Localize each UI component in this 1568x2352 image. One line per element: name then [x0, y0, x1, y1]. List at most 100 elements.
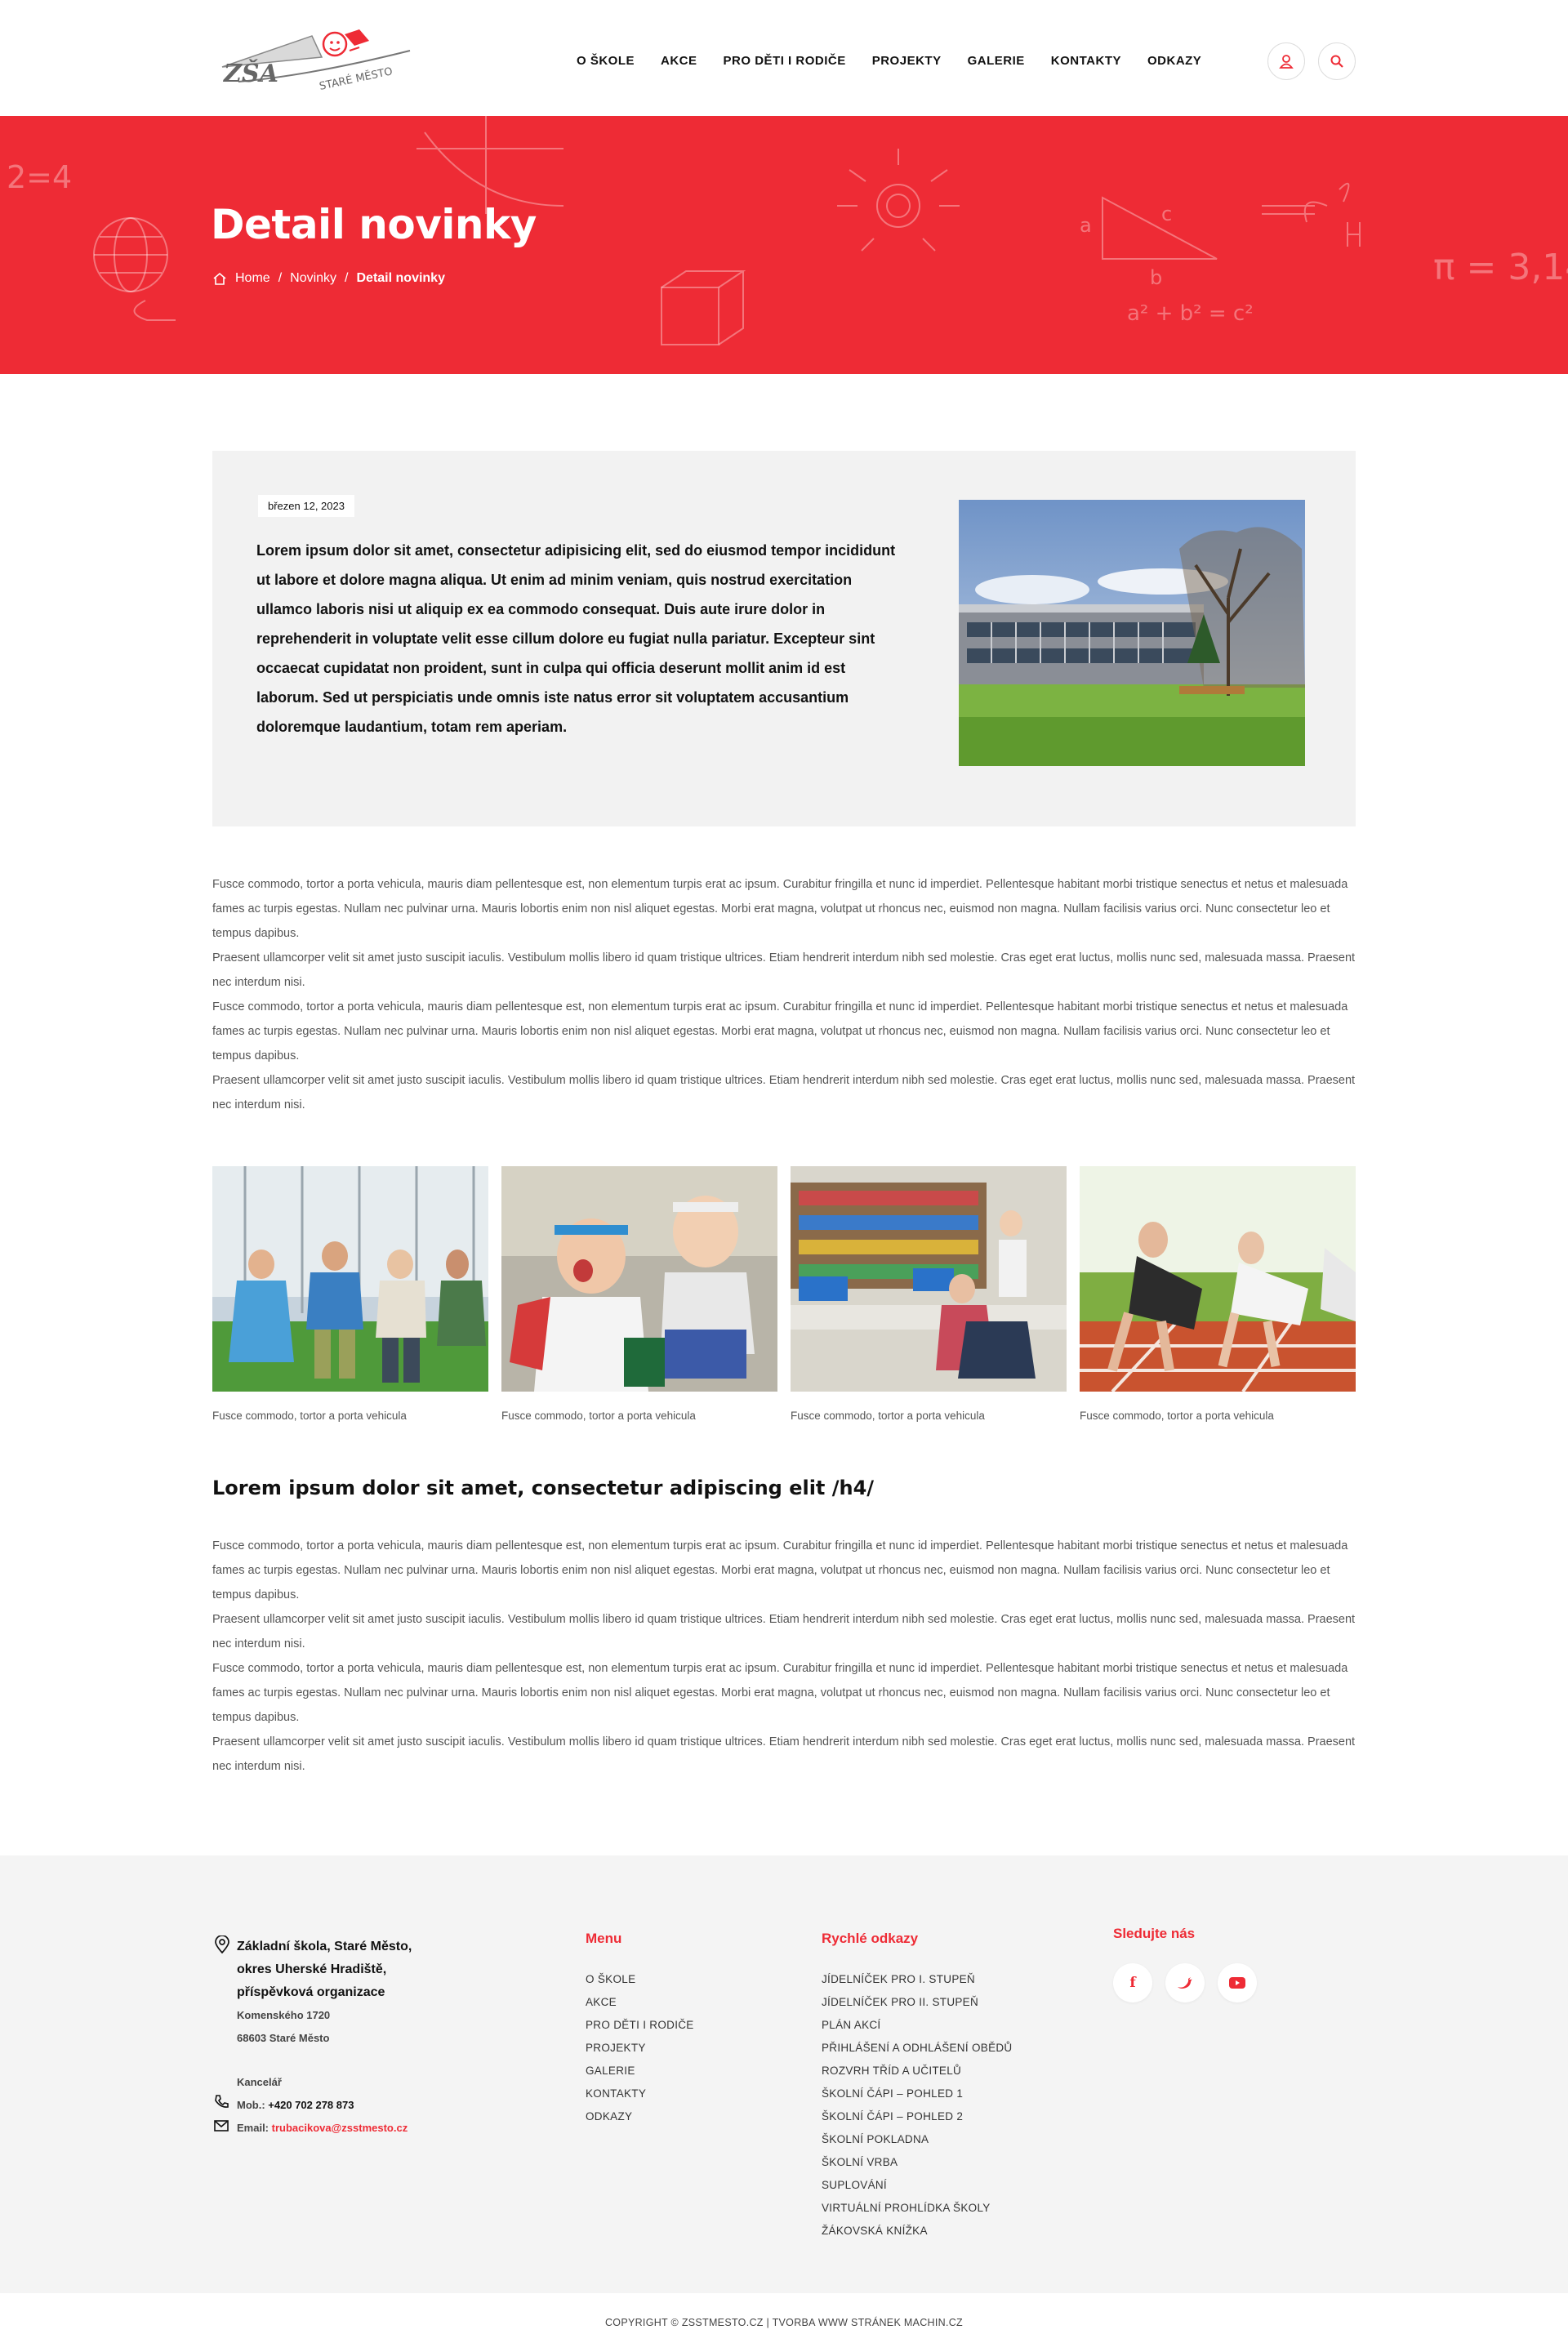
footer-link-galerie[interactable]: GALERIE — [586, 2060, 694, 2082]
breadcrumb-separator: / — [345, 271, 349, 285]
address-street: Komenského 1720 — [237, 2009, 331, 2021]
quick-link[interactable]: PŘIHLÁŠENÍ A ODHLÁŠENÍ OBĚDŮ — [822, 2037, 1012, 2060]
home-icon — [213, 272, 226, 285]
footer-link-odkazy[interactable]: ODKAZY — [586, 2105, 694, 2128]
quick-link[interactable]: ŽÁKOVSKÁ KNÍŽKA — [822, 2220, 1012, 2243]
nav-item-pro-deti-i-rodice[interactable]: PRO DĚTI I RODIČE — [710, 47, 859, 74]
quick-link[interactable]: JÍDELNÍČEK PRO II. STUPEŇ — [822, 1991, 1012, 2014]
paragraph: Praesent ullamcorper velit sit amet just… — [212, 1735, 1356, 1773]
nav-item-galerie[interactable]: GALERIE — [955, 47, 1038, 74]
gallery-caption: Fusce commodo, tortor a porta vehicula — [212, 1410, 407, 1422]
quick-link[interactable]: ŠKOLNÍ POKLADNA — [822, 2128, 1012, 2151]
youtube-icon — [1229, 1977, 1245, 1989]
gallery-caption: Fusce commodo, tortor a porta vehicula — [791, 1410, 985, 1422]
page-title: Detail novinky — [211, 201, 537, 248]
breadcrumb-novinky[interactable]: Novinky — [290, 271, 336, 286]
doodle-tri-b: b — [1150, 266, 1162, 289]
article-subheading: Lorem ipsum dolor sit amet, consectetur … — [212, 1477, 875, 1499]
quick-link[interactable]: ROZVRH TŘÍD A UČITELŮ — [822, 2060, 1012, 2082]
site-footer: Základní škola, Staré Město, okres Uhers… — [0, 1855, 1568, 2293]
school-name-line-1: Základní škola, Staré Město, — [237, 1940, 412, 1953]
gallery-item[interactable]: Fusce commodo, tortor a porta vehicula — [791, 1166, 1067, 1422]
footer-address: Základní škola, Staré Město, okres Uhers… — [214, 1935, 412, 2140]
search-button[interactable] — [1318, 42, 1356, 80]
nav-item-odkazy[interactable]: ODKAZY — [1134, 47, 1214, 74]
gallery-photo-track-start[interactable] — [1080, 1166, 1356, 1392]
paragraph: Praesent ullamcorper velit sit amet just… — [212, 1613, 1356, 1650]
doodle-eq-3: a² + b² = c² — [1127, 301, 1254, 326]
breadcrumb-current: Detail novinky — [356, 271, 445, 285]
twitter-button[interactable] — [1165, 1963, 1205, 2002]
quick-link[interactable]: ŠKOLNÍ ČÁPI – POHLED 2 — [822, 2105, 1012, 2128]
envelope-icon — [214, 2120, 229, 2132]
school-building-photo[interactable] — [959, 500, 1305, 766]
article-body-2: Fusce commodo, tortor a porta vehicula, … — [212, 1534, 1356, 1779]
school-name-line-3: příspěvková organizace — [237, 1985, 385, 1999]
breadcrumb-home[interactable]: Home — [235, 271, 270, 286]
article-date: březen 12, 2023 — [258, 495, 354, 517]
youtube-button[interactable] — [1218, 1963, 1257, 2002]
school-logo[interactable]: ZŠA STARÉ MĚSTO — [214, 18, 418, 108]
user-button[interactable] — [1267, 42, 1305, 80]
phone-number[interactable]: +420 702 278 873 — [268, 2094, 354, 2117]
quick-link[interactable]: SUPLOVÁNÍ — [822, 2174, 1012, 2197]
photo-gallery: Fusce commodo, tortor a porta vehicula F… — [212, 1166, 1356, 1422]
nav-item-kontakty[interactable]: KONTAKTY — [1038, 47, 1134, 74]
school-name-line-2: okres Uherské Hradiště, — [237, 1962, 387, 1976]
quick-link[interactable]: JÍDELNÍČEK PRO I. STUPEŇ — [822, 1968, 1012, 1991]
gallery-item[interactable]: Fusce commodo, tortor a porta vehicula — [1080, 1166, 1356, 1422]
breadcrumb-separator: / — [278, 271, 283, 285]
nav-item-akce[interactable]: AKCE — [648, 47, 710, 74]
footer-social: Sledujte nás f — [1113, 1926, 1257, 2002]
article-intro: březen 12, 2023 Lorem ipsum dolor sit am… — [212, 451, 1356, 826]
facebook-icon: f — [1129, 1975, 1136, 1991]
gallery-photo-classroom[interactable] — [791, 1166, 1067, 1392]
site-header: ZŠA STARÉ MĚSTO O ŠKOLE AKCE PRO DĚTI I … — [0, 0, 1568, 116]
quick-link[interactable]: VIRTUÁLNÍ PROHLÍDKA ŠKOLY — [822, 2197, 1012, 2220]
doodle-tri-c: c — [1161, 203, 1172, 225]
address-city: 68603 Staré Město — [237, 2032, 330, 2044]
phone-icon — [215, 2095, 229, 2108]
footer-link-akce[interactable]: AKCE — [586, 1991, 694, 2014]
paragraph: Praesent ullamcorper velit sit amet just… — [212, 951, 1356, 989]
quick-link[interactable]: ŠKOLNÍ VRBA — [822, 2151, 1012, 2174]
doodle-eq-2: π = 3,14 — [1433, 247, 1568, 288]
email-link[interactable]: trubacikova@zsstmesto.cz — [272, 2117, 408, 2140]
breadcrumb: Home / Novinky / Detail novinky — [212, 271, 445, 286]
footer-menu: Menu O ŠKOLE AKCE PRO DĚTI I RODIČE PROJ… — [586, 1931, 694, 2128]
logo-letters: ZŠA — [223, 59, 278, 88]
doodle-tri-a: a — [1080, 214, 1092, 237]
email-label: Email: — [237, 2122, 270, 2134]
nav-item-projekty[interactable]: PROJEKTY — [859, 47, 955, 74]
doodle-eq-1: 2=4 — [7, 159, 72, 195]
paragraph: Praesent ullamcorper velit sit amet just… — [212, 1074, 1356, 1111]
paragraph: Fusce commodo, tortor a porta vehicula, … — [212, 1662, 1348, 1724]
footer-quick-title: Rychlé odkazy — [822, 1931, 919, 1946]
office-label: Kancelář — [237, 2076, 282, 2088]
paragraph: Fusce commodo, tortor a porta vehicula, … — [212, 878, 1348, 940]
twitter-icon — [1178, 1977, 1192, 1989]
main-nav: O ŠKOLE AKCE PRO DĚTI I RODIČE PROJEKTY … — [564, 47, 1214, 74]
gallery-item[interactable]: Fusce commodo, tortor a porta vehicula — [212, 1166, 488, 1422]
footer-quick-links: Rychlé odkazy JÍDELNÍČEK PRO I. STUPEŇ J… — [822, 1931, 1012, 2243]
gallery-photo-children-walking[interactable] — [212, 1166, 488, 1392]
page-hero: 2=4 a c b a² + b² = c² π = 3,14 Detail n… — [0, 116, 1568, 374]
footer-link-pro-deti-i-rodice[interactable]: PRO DĚTI I RODIČE — [586, 2014, 694, 2037]
footer-link-o-skole[interactable]: O ŠKOLE — [586, 1968, 694, 1991]
quick-link[interactable]: PLÁN AKCÍ — [822, 2014, 1012, 2037]
phone-label: Mob.: — [237, 2099, 265, 2111]
footer-link-projekty[interactable]: PROJEKTY — [586, 2037, 694, 2060]
header-actions — [1267, 42, 1356, 80]
footer-link-kontakty[interactable]: KONTAKTY — [586, 2082, 694, 2105]
facebook-button[interactable]: f — [1113, 1963, 1152, 2002]
gallery-item[interactable]: Fusce commodo, tortor a porta vehicula — [501, 1166, 777, 1422]
paragraph: Fusce commodo, tortor a porta vehicula, … — [212, 1000, 1348, 1062]
quick-link[interactable]: ŠKOLNÍ ČÁPI – POHLED 1 — [822, 2082, 1012, 2105]
nav-item-o-skole[interactable]: O ŠKOLE — [564, 47, 648, 74]
gallery-photo-kids-sport[interactable] — [501, 1166, 777, 1392]
footer-menu-title: Menu — [586, 1931, 622, 1946]
paragraph: Fusce commodo, tortor a porta vehicula, … — [212, 1539, 1348, 1601]
location-pin-icon — [215, 1935, 229, 1954]
article-body-1: Fusce commodo, tortor a porta vehicula, … — [212, 872, 1356, 1117]
footer-social-title: Sledujte nás — [1113, 1926, 1196, 1941]
